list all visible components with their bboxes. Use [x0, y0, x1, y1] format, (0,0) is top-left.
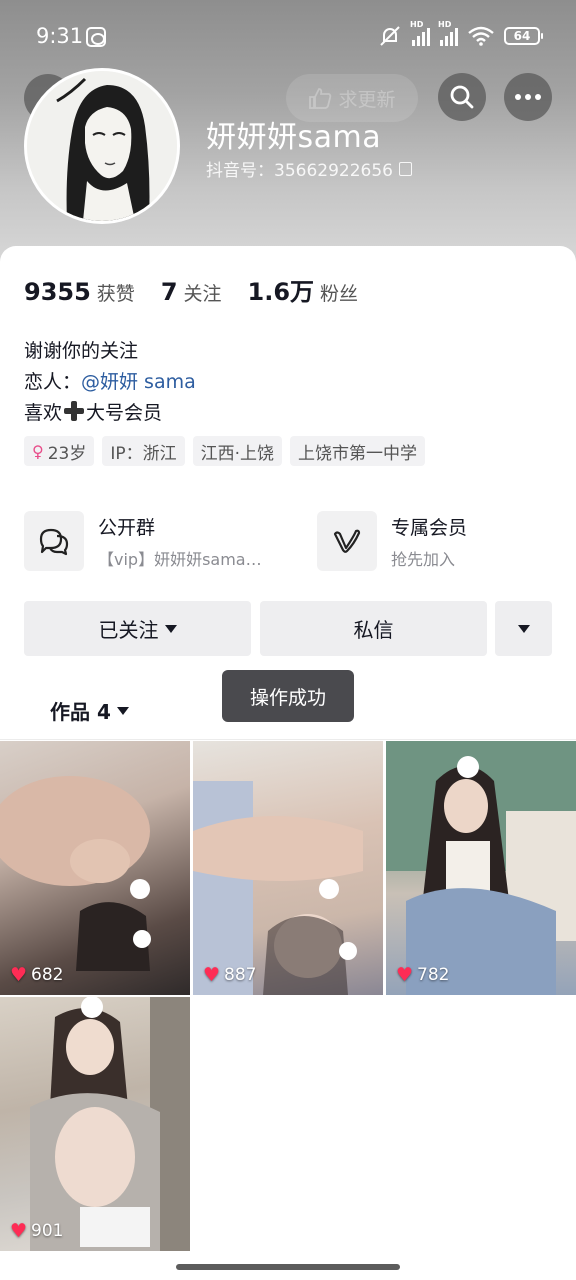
bio-line-3-after: 大号会员 — [86, 402, 163, 424]
home-indicator[interactable] — [176, 1264, 400, 1270]
bio-line-1: 谢谢你的关注 — [24, 340, 139, 362]
stat-likes-label: 获赞 — [96, 283, 135, 305]
plus-icon — [63, 400, 85, 422]
video-thumbnail[interactable]: ♥ 782 — [386, 741, 576, 995]
search-button[interactable] — [438, 73, 486, 121]
followed-label: 已关注 — [98, 618, 159, 642]
copy-icon[interactable] — [398, 161, 412, 176]
tab-works-label: 作品 4 — [50, 700, 111, 724]
notification-app-icon — [86, 27, 106, 47]
video-thumbnail[interactable]: ♥ 887 — [193, 741, 383, 995]
video-thumbnail[interactable]: ♥ 901 — [0, 997, 190, 1251]
bio-line-3-before: 喜欢 — [24, 402, 63, 424]
toast-message: 操作成功 — [222, 670, 354, 722]
profile-avatar[interactable] — [24, 68, 180, 224]
bio-lover-prefix: 恋人： — [24, 371, 82, 393]
stat-following-value: 7 — [160, 278, 178, 306]
status-icons: HD HD 64 — [378, 20, 543, 48]
tag-age-text: 23岁 — [47, 443, 87, 464]
video-thumbnail-image — [386, 741, 576, 995]
caret-down-icon — [517, 624, 530, 633]
stat-followers-value: 1.6万 — [247, 278, 315, 306]
battery-icon: 64 — [504, 27, 543, 45]
video-thumbnail-image — [0, 776, 151, 971]
douyin-id-row[interactable]: 抖音号：35662922656 — [206, 156, 412, 181]
video-like-count: ♥ 682 — [10, 965, 64, 985]
video-like-number: 901 — [31, 1221, 64, 1241]
video-thumbnail-image — [193, 781, 363, 995]
video-thumbnail-image — [30, 997, 190, 1251]
public-group-subtitle: 【vip】妍妍妍sama… — [98, 549, 262, 569]
stat-followers-label: 粉丝 — [320, 283, 359, 305]
followed-button[interactable]: 已关注 — [24, 601, 251, 656]
profile-nickname: 妍妍妍sama — [206, 120, 382, 155]
heart-icon: ♥ — [10, 963, 28, 986]
heart-icon: ♥ — [396, 963, 414, 986]
video-like-count: ♥ 887 — [203, 965, 257, 985]
caret-down-icon — [164, 624, 177, 633]
public-group-entry[interactable]: 公开群 【vip】妍妍妍sama… — [24, 511, 294, 571]
stat-following[interactable]: 7 关注 — [161, 278, 222, 306]
more-horizontal-icon — [515, 94, 541, 100]
tab-divider — [0, 739, 576, 740]
status-time: 9:31 — [36, 24, 84, 48]
tag-location: 江西·上饶 — [192, 436, 283, 466]
more-options-button[interactable] — [504, 73, 552, 121]
message-button[interactable]: 私信 — [260, 601, 487, 656]
group-chat-icon — [24, 511, 84, 571]
video-like-count: ♥ 901 — [10, 1221, 64, 1241]
video-like-number: 782 — [417, 965, 450, 985]
message-label: 私信 — [353, 618, 394, 642]
signal-hd-1-icon: HD — [410, 20, 430, 46]
exclusive-member-subtitle: 抢先加入 — [391, 549, 456, 569]
stat-followers[interactable]: 1.6万 粉丝 — [248, 272, 359, 307]
tab-works[interactable]: 作品 4 — [50, 696, 129, 725]
douyin-id-text: 抖音号：35662922656 — [206, 161, 393, 181]
caret-down-icon — [116, 706, 129, 715]
video-thumbnail[interactable]: ♥ 682 — [0, 741, 190, 995]
vip-v-icon — [317, 511, 377, 571]
tag-age: ♀ 23岁 — [24, 436, 95, 466]
profile-stats: 9355 获赞 7 关注 1.6万 粉丝 — [24, 272, 358, 307]
video-like-number: 682 — [31, 965, 64, 985]
video-like-count: ♥ 782 — [396, 965, 450, 985]
heart-icon: ♥ — [203, 963, 221, 986]
stat-likes: 9355 获赞 — [24, 278, 135, 306]
search-icon — [450, 85, 474, 109]
stat-following-label: 关注 — [183, 283, 222, 305]
signal-hd-2-icon: HD — [438, 20, 458, 46]
tag-ip: IP：浙江 — [102, 436, 185, 466]
status-bar: 9:31 HD HD 64 — [0, 0, 576, 70]
video-like-number: 887 — [224, 965, 257, 985]
public-group-title: 公开群 — [98, 516, 156, 539]
stat-likes-value: 9355 — [24, 278, 91, 306]
profile-tags: ♀ 23岁 IP：浙江 江西·上饶 上饶市第一中学 — [24, 436, 426, 466]
bio-line-2: 恋人：@妍妍 sama — [24, 367, 196, 398]
tag-school[interactable]: 上饶市第一中学 — [290, 436, 426, 466]
profile-bio: 谢谢你的关注 恋人：@妍妍 sama 喜欢 大号会员 — [24, 336, 196, 429]
wifi-icon — [468, 26, 494, 46]
avatar-illustration — [27, 71, 177, 221]
heart-icon: ♥ — [10, 1219, 28, 1242]
exclusive-member-entry[interactable]: 专属会员 抢先加入 — [317, 511, 557, 571]
request-update-label: 求更新 — [338, 88, 396, 111]
bio-mention-link[interactable]: @妍妍 sama — [81, 371, 196, 393]
recommend-dropdown-button[interactable] — [495, 601, 552, 656]
bio-line-3: 喜欢 大号会员 — [24, 398, 196, 429]
exclusive-member-title: 专属会员 — [391, 516, 468, 539]
thumbs-up-icon — [309, 88, 332, 109]
mute-vibrate-icon — [380, 26, 400, 46]
female-icon: ♀ — [32, 441, 44, 461]
